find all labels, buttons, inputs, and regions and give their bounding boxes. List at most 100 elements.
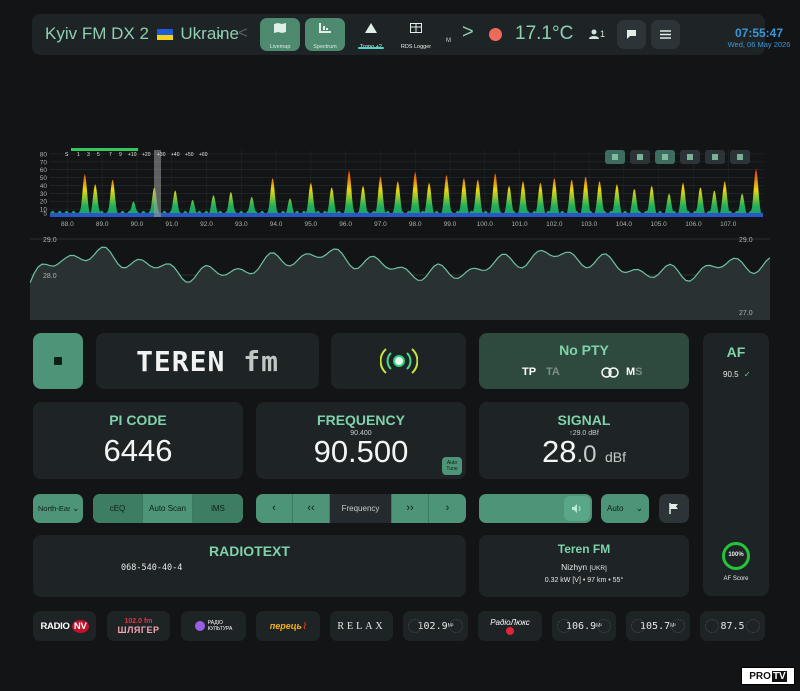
preset-button-7[interactable]: РадіоЛюкс — [478, 611, 542, 641]
frequency-input[interactable]: Frequency — [330, 494, 392, 523]
s-scale-label: +30 — [157, 152, 166, 158]
af-list-item[interactable]: 90.5 ✓ — [723, 370, 751, 379]
flag-button[interactable] — [659, 494, 689, 523]
audio-visual-panel[interactable] — [331, 333, 466, 389]
users-count: 1 — [600, 29, 606, 39]
signal-history-top-label-right: 29.0 — [739, 237, 753, 244]
y-tick-label: 70 — [40, 159, 48, 166]
tune-up-fast-button[interactable]: ›› — [392, 494, 429, 523]
relax-logo: RELAX — [337, 620, 386, 632]
stop-icon — [54, 357, 62, 365]
tune-controls: ‹ ‹‹ Frequency ›› › — [256, 494, 466, 523]
preset-button-10[interactable]: 87.5 — [700, 611, 765, 641]
signal-history-area — [30, 247, 770, 320]
volume-slider-handle[interactable] — [564, 496, 590, 521]
ms-flag: MS — [626, 366, 643, 378]
antenna-select[interactable]: North-East ⌄ — [33, 494, 83, 523]
af-score-value: 100% — [728, 552, 744, 558]
autotune-button[interactable]: Auto Tune — [442, 457, 462, 475]
af-score-label: AF Score — [723, 576, 749, 582]
preset-button-4[interactable]: перець⌇ — [256, 611, 320, 641]
tx-country: [UKR] — [589, 565, 607, 572]
nav-prev-button[interactable]: < — [238, 23, 248, 43]
nav-rds-logger-button[interactable]: RDS Logger — [396, 18, 436, 51]
signal-value: 28.0 dBf — [479, 434, 689, 470]
tx-location: Nizhyn [UKR] — [479, 562, 689, 572]
preset-button-9[interactable]: 105.7 M² — [626, 611, 690, 641]
y-tick-label: 40 — [40, 183, 48, 190]
bandwidth-select-value: Auto — [607, 504, 624, 513]
s-scale-label: 7 — [109, 152, 112, 158]
y-tick-label: 30 — [40, 191, 48, 198]
pi-value[interactable]: 6446 — [33, 433, 243, 469]
preset-button-6[interactable]: 102.9 M² — [403, 611, 468, 641]
signal-unit: dBf — [604, 449, 626, 465]
x-tick-label: 103.0 — [581, 221, 598, 228]
nav-spectrum-button[interactable]: Spectrum — [305, 18, 345, 51]
speaker-icon — [572, 504, 581, 513]
x-tick-label: 105.0 — [651, 221, 668, 228]
x-tick-label: 107.0 — [720, 221, 737, 228]
nav-rds-logger-label: RDS Logger — [400, 44, 432, 50]
tuned-frequency-marker — [154, 150, 161, 217]
x-tick-label: 96.0 — [339, 221, 352, 228]
clock-time: 07:55:47 — [734, 26, 784, 40]
tune-down-fast-button[interactable]: ‹‹ — [293, 494, 330, 523]
ps-name-part1: TEREN — [136, 344, 244, 378]
s-meter-scale: S 1 3 5 7 9 +10 +20 +30 +40 +50 +60 — [65, 152, 208, 158]
af-check-icon: ✓ — [743, 370, 751, 379]
nav-next-button[interactable]: > — [462, 21, 474, 44]
x-tick-label: 101.0 — [511, 221, 528, 228]
signal-value-dec: .0 — [576, 441, 597, 468]
rds-indicator-icon — [671, 619, 685, 633]
broadcast-icon — [379, 348, 418, 374]
menu-button[interactable] — [651, 20, 680, 49]
chevron-down-icon[interactable]: ⌄ — [215, 25, 226, 41]
af-frequency: 90.5 — [723, 370, 739, 379]
tx-details: 0.32 kW [V] • 97 km • 55° — [544, 577, 624, 584]
preset-button-5[interactable]: RELAX — [330, 611, 393, 641]
nav-tropo-button[interactable]: Tropo +2 — [351, 18, 391, 51]
spectrum-chart[interactable]: 80706050403020105 88.0 89.0 90.0 91.0 92.0 93… — [30, 140, 770, 232]
preset-button-3[interactable]: РАДІО КУЛЬТУРА — [181, 611, 246, 641]
chart-icon — [319, 23, 331, 33]
tune-down-button[interactable]: ‹ — [256, 494, 293, 523]
x-tick-label: 106.0 — [685, 221, 702, 228]
y-tick-label: 5 — [43, 211, 47, 218]
s-scale-label: +10 — [128, 152, 137, 158]
ims-toggle[interactable]: iMS — [193, 494, 243, 523]
s-meter-bar — [71, 148, 138, 151]
rds-indicator-icon — [705, 619, 719, 633]
frequency-panel: FREQUENCY 90.400 90.500 Auto Tune — [256, 402, 466, 479]
pi-panel: PI CODE 6446 — [33, 402, 243, 479]
stop-button[interactable] — [33, 333, 83, 389]
table-icon — [410, 23, 422, 33]
nav-livemap-button[interactable]: Livemap — [260, 18, 300, 51]
preset-button-8[interactable]: 106.9 M² — [552, 611, 616, 641]
ceq-toggle[interactable]: cEQ — [93, 494, 143, 523]
chart-mode-icon — [687, 154, 693, 160]
triangle-icon — [365, 23, 377, 33]
frequency-value[interactable]: 90.500 — [256, 434, 466, 470]
ta-flag: TA — [546, 366, 560, 378]
x-tick-label: 104.0 — [616, 221, 633, 228]
autoscan-toggle[interactable]: Auto Scan — [143, 494, 193, 523]
bandwidth-select[interactable]: Auto ⌄ — [601, 494, 649, 523]
station-title[interactable]: Kyiv FM DX 2 Ukraine — [45, 24, 239, 44]
tune-up-button[interactable]: › — [429, 494, 466, 523]
x-tick-label: 102.0 — [546, 221, 563, 228]
preset-button-2[interactable]: 102.0 fm ШЛЯГЕР — [107, 611, 170, 641]
radiotext-line: 068-540-40-4 — [121, 563, 183, 573]
radio-kultura-logo: РАДІО КУЛЬТУРА — [194, 620, 232, 632]
rds-indicator-icon — [449, 619, 463, 633]
pause-icon — [712, 154, 718, 160]
user-icon — [589, 29, 599, 39]
preset-button-1[interactable]: RADIO NV — [33, 611, 96, 641]
rds-indicator-icon — [408, 619, 422, 633]
tp-flag: TP — [522, 366, 537, 378]
nav-m-label[interactable]: M — [446, 38, 451, 44]
nav-spectrum-label: Spectrum — [313, 44, 337, 50]
volume-slider[interactable] — [479, 494, 592, 523]
temperature: 17.1°C — [515, 23, 574, 44]
chat-button[interactable] — [617, 20, 646, 49]
